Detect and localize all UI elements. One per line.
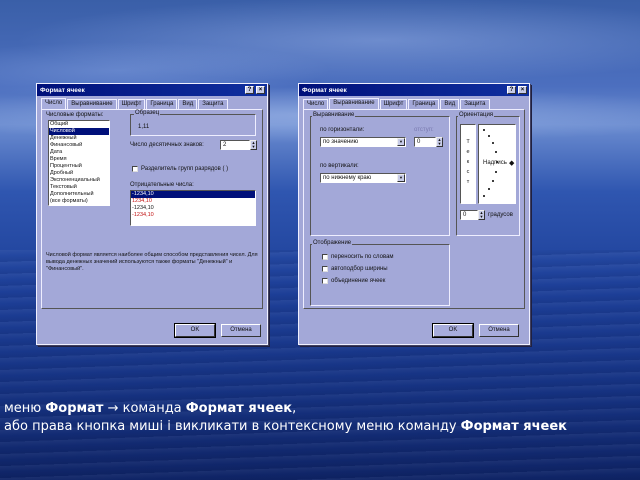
display-group-label: Отображение [312, 240, 353, 246]
ok-button[interactable]: OK [174, 323, 216, 338]
close-button[interactable]: × [518, 86, 527, 94]
negative-item[interactable]: -1234,10 [131, 205, 255, 212]
dialog-titlebar: Формат ячеек ? × [299, 84, 529, 96]
chevron-down-icon[interactable]: ▼ [397, 174, 405, 182]
list-item[interactable]: Общий [49, 121, 109, 128]
dial-dot [495, 151, 497, 153]
dialog-title: Формат ячеек [302, 86, 347, 94]
vertical-text-letter: т [466, 179, 470, 185]
autofit-checkbox[interactable] [322, 266, 328, 272]
slide-caption: меню Формат → команда Формат ячеек, або … [4, 400, 636, 436]
list-item[interactable]: Дата [49, 149, 109, 156]
dial-dot [495, 171, 497, 173]
list-item[interactable]: Процентный [49, 163, 109, 170]
orientation-caption: Надпись [483, 160, 507, 166]
separator-checkbox[interactable] [132, 166, 138, 172]
horizontal-label: по горизонтали: [320, 127, 365, 133]
degrees-input[interactable]: 0 [460, 210, 478, 220]
dial-dot [488, 135, 490, 137]
chevron-down-icon[interactable]: ▼ [397, 138, 405, 146]
vertical-value: по нижнему краю [323, 175, 372, 181]
wrap-text-checkbox[interactable] [322, 254, 328, 260]
vertical-text-box[interactable]: Т е к с т [460, 124, 476, 204]
indent-label: отступ: [414, 127, 434, 133]
list-item[interactable]: Время [49, 156, 109, 163]
vertical-text-letter: с [466, 169, 470, 175]
dialog-title: Формат ячеек [40, 86, 85, 94]
autofit-label: автоподбор ширины [331, 266, 388, 272]
caption-text: меню [4, 401, 46, 416]
decimals-input[interactable]: 2 [220, 140, 250, 150]
merge-cells-checkbox[interactable] [322, 278, 328, 284]
degrees-spinner[interactable]: ▲ ▼ [478, 210, 485, 220]
caption-bold: Формат [45, 401, 104, 416]
indent-input[interactable]: 0 [414, 137, 436, 147]
negative-list[interactable]: -1234,10 1234,10 -1234,10 -1234,10 [130, 190, 256, 226]
dial-dot [483, 195, 485, 197]
orientation-label: Ориентация [458, 112, 495, 118]
formats-list[interactable]: Общий Числовой Денежный Финансовый Дата … [48, 120, 110, 206]
list-item[interactable]: Экспоненциальный [49, 177, 109, 184]
help-button[interactable]: ? [507, 86, 516, 94]
horizontal-value: по значению [323, 139, 359, 145]
vertical-select[interactable]: по нижнему краю ▼ [320, 173, 406, 183]
wrap-text-label: переносить по словам [331, 254, 394, 260]
separator-label: Разделитель групп разрядов ( ) [141, 166, 229, 172]
list-item[interactable]: Денежный [49, 135, 109, 142]
format-cells-dialog-alignment: Формат ячеек ? × Число Выравнивание Шриф… [298, 83, 530, 345]
list-item[interactable]: Дополнительный [49, 191, 109, 198]
dialog-titlebar: Формат ячеек ? × [37, 84, 267, 96]
caption-bold: Формат ячеек [185, 401, 293, 416]
horizontal-select[interactable]: по значению ▼ [320, 137, 406, 147]
merge-cells-label: объединение ячеек [331, 278, 386, 284]
vertical-text-letter: е [466, 149, 470, 155]
dial-dot [488, 188, 490, 190]
cancel-button[interactable]: Отмена [479, 324, 519, 337]
decimals-label: Число десятичных знаков: [130, 142, 204, 148]
orientation-handle-icon[interactable]: ◆ [509, 159, 514, 167]
format-cells-dialog-number: Формат ячеек ? × Число Выравнивание Шриф… [36, 83, 268, 345]
alignment-group-label: Выравнивание [312, 112, 356, 118]
negative-item[interactable]: 1234,10 [131, 198, 255, 205]
dial-dot [483, 129, 485, 131]
list-item[interactable]: (все форматы) [49, 198, 109, 205]
orientation-dial[interactable]: Надпись ◆ [478, 124, 516, 204]
formats-label: Числовые форматы: [46, 112, 104, 118]
negative-item[interactable]: -1234,10 [131, 212, 255, 219]
caption-line-1: меню Формат → команда Формат ячеек, [4, 400, 636, 418]
list-item[interactable]: Текстовый [49, 184, 109, 191]
vertical-text-letter: Т [466, 139, 470, 145]
negative-label: Отрицательные числа: [130, 182, 194, 188]
list-item-selected[interactable]: Числовой [49, 128, 109, 135]
caption-line-2: або права кнопка миші і викликати в конт… [4, 418, 636, 436]
cancel-button[interactable]: Отмена [221, 324, 261, 337]
indent-spinner[interactable]: ▲ ▼ [436, 137, 443, 147]
vertical-label: по вертикали: [320, 163, 359, 169]
caption-bold: Формат ячеек [460, 419, 567, 434]
decimals-spinner[interactable]: ▲ ▼ [250, 140, 257, 150]
caption-text: , [292, 401, 297, 416]
negative-item-selected[interactable]: -1234,10 [131, 191, 255, 198]
degrees-label: градусов [488, 212, 513, 218]
tab-panel: Числовые форматы: Общий Числовой Денежны… [41, 109, 263, 309]
vertical-text-letter: к [466, 159, 470, 165]
caption-text: або права кнопка миші і викликати в конт… [4, 419, 461, 434]
help-button[interactable]: ? [245, 86, 254, 94]
format-description: Числовой формат является наиболее общим … [46, 252, 258, 272]
caption-text: → команда [103, 401, 186, 416]
ok-button[interactable]: OK [432, 323, 474, 338]
sample-value: 1,11 [138, 124, 150, 130]
tab-panel: Выравнивание по горизонтали: по значению… [303, 109, 525, 309]
dial-dot [492, 142, 494, 144]
dial-dot [492, 180, 494, 182]
list-item[interactable]: Финансовый [49, 142, 109, 149]
sample-label: Образец [134, 110, 161, 116]
close-button[interactable]: × [256, 86, 265, 94]
list-item[interactable]: Дробный [49, 170, 109, 177]
